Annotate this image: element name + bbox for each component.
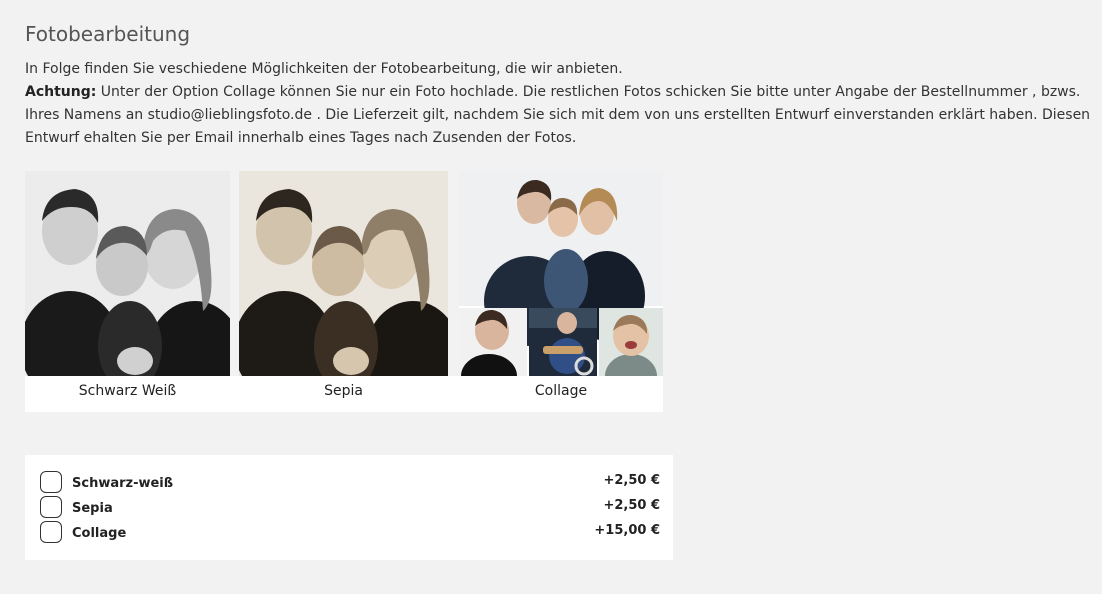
checkbox-collage[interactable] [40, 521, 62, 543]
checkbox-schwarz-weiss[interactable] [40, 471, 62, 493]
option-label: Collage [72, 526, 127, 541]
option-price: +15,00 € [594, 523, 660, 538]
option-price: +2,50 € [603, 473, 660, 488]
caption-bw: Schwarz Weiß [78, 383, 177, 399]
bw-family-photo [25, 171, 230, 376]
sepia-family-photo [239, 171, 448, 376]
caption-sepia: Sepia [324, 383, 363, 399]
option-label: Sepia [72, 501, 113, 516]
warning-label: Achtung: [25, 84, 97, 100]
effect-gallery: Schwarz Weiß Sepia Collage [25, 171, 663, 412]
effect-options: Schwarz-weiß +2,50 € Sepia +2,50 € Colla… [25, 455, 673, 560]
checkbox-sepia[interactable] [40, 496, 62, 518]
intro-line: In Folge finden Sie veschiedene Möglichk… [25, 61, 623, 77]
option-label: Schwarz-weiß [72, 476, 174, 491]
option-sepia[interactable]: Sepia +2,50 € [40, 496, 660, 522]
intro-text: In Folge finden Sie veschiedene Möglichk… [25, 58, 1095, 150]
option-schwarz-weiss[interactable]: Schwarz-weiß +2,50 € [40, 471, 660, 497]
option-price: +2,50 € [603, 498, 660, 513]
option-collage[interactable]: Collage +15,00 € [40, 521, 660, 547]
caption-collage: Collage [534, 383, 588, 399]
collage-family-photo [459, 171, 663, 376]
page-title: Fotobearbeitung [25, 22, 191, 46]
warning-paragraph: Achtung: Unter der Option Collage können… [25, 81, 1095, 150]
warning-text: Unter der Option Collage können Sie nur … [25, 84, 1091, 146]
